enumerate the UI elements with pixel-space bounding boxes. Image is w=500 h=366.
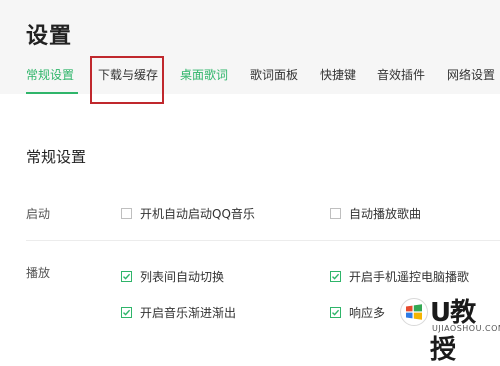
option-label: 开启手机遥控电脑播歌 <box>349 270 470 284</box>
option-fade-in-out[interactable]: 开启音乐渐进渐出 <box>121 304 236 321</box>
section-title: 常规设置 <box>26 148 87 166</box>
watermark-site: UJIAOSHOU.COM <box>432 324 500 333</box>
tab-general-settings[interactable]: 常规设置 <box>26 66 74 83</box>
option-label: 列表间自动切换 <box>140 270 225 284</box>
checkbox-checked-icon[interactable] <box>121 307 132 318</box>
row-divider <box>26 240 500 241</box>
checkbox-checked-icon[interactable] <box>330 271 341 282</box>
checkbox-checked-icon[interactable] <box>121 271 132 282</box>
tab-network-settings[interactable]: 网络设置 <box>447 66 495 83</box>
row-label-playback: 播放 <box>26 266 51 280</box>
option-auto-switch-list[interactable]: 列表间自动切换 <box>121 268 224 285</box>
option-respond-multimedia[interactable]: 响应多 <box>330 304 385 321</box>
option-autoplay-songs[interactable]: 自动播放歌曲 <box>330 205 421 222</box>
checkbox-unchecked-icon[interactable] <box>121 208 132 219</box>
watermark: U教授 UJIAOSHOU.COM <box>398 286 500 365</box>
option-label: 自动播放歌曲 <box>349 207 422 221</box>
page-title: 设置 <box>26 24 73 49</box>
tab-lyrics-panel[interactable]: 歌词面板 <box>250 66 298 83</box>
row-label-startup: 启动 <box>26 207 51 221</box>
option-label: 开启音乐渐进渐出 <box>140 306 237 320</box>
annotation-highlight-box <box>90 56 164 104</box>
option-autostart-qq-music[interactable]: 开机自动启动QQ音乐 <box>121 205 255 222</box>
tab-shortcuts[interactable]: 快捷键 <box>320 66 356 83</box>
checkbox-checked-icon[interactable] <box>330 307 341 318</box>
option-label: 响应多 <box>349 306 386 320</box>
option-phone-remote-control[interactable]: 开启手机遥控电脑播歌 <box>330 268 469 285</box>
tab-desktop-lyrics[interactable]: 桌面歌词 <box>180 66 228 83</box>
active-tab-indicator <box>26 92 78 94</box>
tab-sound-plugins[interactable]: 音效插件 <box>377 66 425 83</box>
windows-logo-icon <box>400 298 428 326</box>
checkbox-unchecked-icon[interactable] <box>330 208 341 219</box>
option-label: 开机自动启动QQ音乐 <box>140 207 255 221</box>
settings-header: 设置 常规设置 下载与缓存 桌面歌词 歌词面板 快捷键 音效插件 网络设置 <box>0 0 500 94</box>
